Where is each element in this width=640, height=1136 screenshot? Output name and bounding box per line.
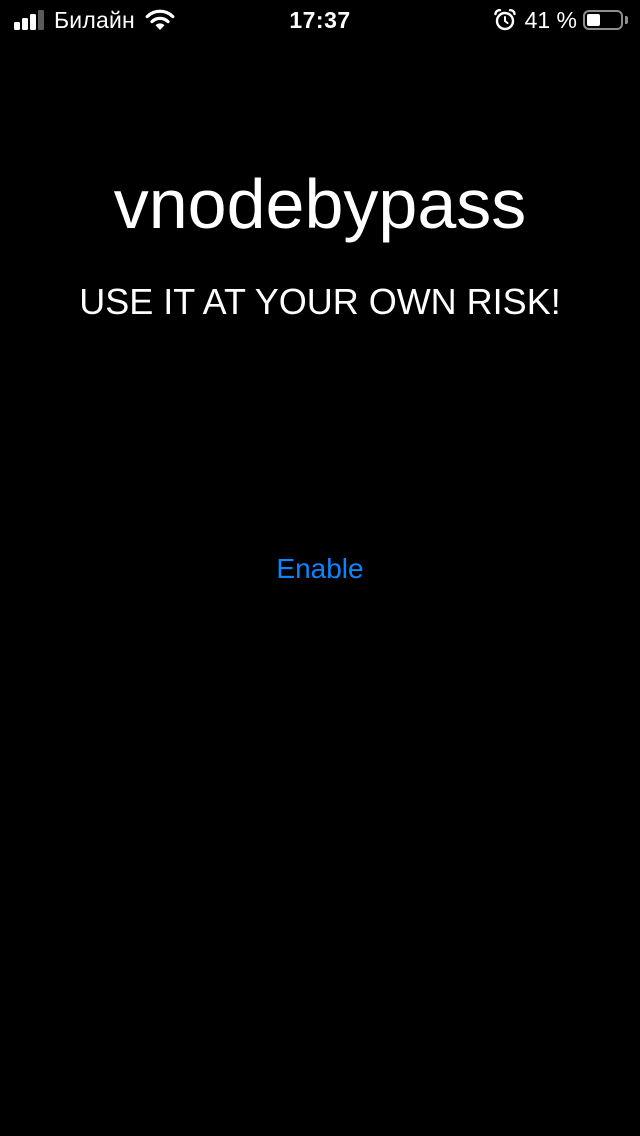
battery-cap: [625, 16, 628, 24]
status-bar: Билайн 17:37 41 %: [0, 0, 640, 40]
risk-warning: USE IT AT YOUR OWN RISK!: [79, 281, 561, 322]
app-title: vnodebypass: [113, 165, 527, 243]
enable-button[interactable]: Enable: [240, 546, 400, 592]
battery-percent: 41 %: [524, 6, 577, 33]
status-right: 41 %: [493, 0, 628, 40]
battery-fill: [587, 14, 600, 26]
alarm-clock-icon: [493, 9, 516, 31]
battery-icon: [583, 10, 623, 30]
